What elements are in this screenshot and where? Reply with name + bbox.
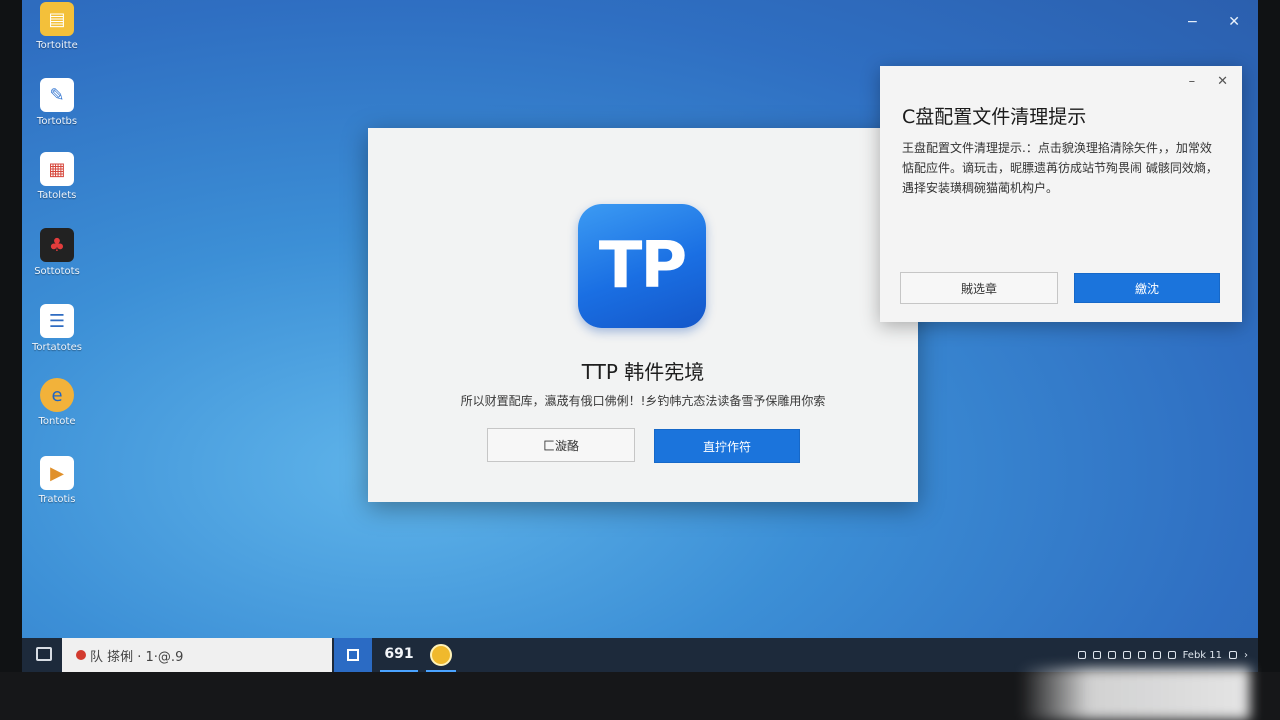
notice-body: 王盘配置文件清理提示.：点击貌涣理掐清除矢件，，加常效惦配应件。谪玩击，昵膘遗苒… <box>902 141 1218 195</box>
system-tray: Febk 11 › <box>1077 638 1248 672</box>
minimize-icon[interactable]: – <box>1189 74 1196 89</box>
desktop-window-controls: − ✕ <box>1187 14 1240 30</box>
app-icon: ♣ <box>40 228 74 262</box>
taskbar-app-coin-icon[interactable] <box>430 644 452 666</box>
tp-logo-icon: TP <box>578 204 706 328</box>
chevron-right-icon[interactable]: › <box>1244 650 1248 661</box>
desktop-icon-tontote[interactable]: e Tontote <box>26 378 88 427</box>
notes-icon: ☰ <box>40 304 74 338</box>
logo-text: TP <box>598 229 688 303</box>
tray-icon[interactable] <box>1107 651 1116 659</box>
close-icon[interactable]: ✕ <box>1217 74 1228 89</box>
tools-icon: ✎ <box>40 78 74 112</box>
notice-window-controls: – ✕ <box>1189 74 1228 89</box>
notice-secondary-button[interactable]: 賊选章 <box>900 272 1058 304</box>
message-icon[interactable] <box>36 647 52 661</box>
taskbar-app-691[interactable]: 691 <box>380 638 418 672</box>
dialog-title: TTP 韩件宪境 <box>581 360 705 384</box>
media-icon: ▶ <box>40 456 74 490</box>
taskbar-search[interactable]: 队 搽俐 · 1·@.9 <box>62 638 332 672</box>
desktop-icon-tortatotes[interactable]: ☰ Tortatotes <box>26 304 88 353</box>
taskbar: 队 搽俐 · 1·@.9 691 Febk 11 › <box>22 638 1258 672</box>
browser-icon: e <box>40 378 74 412</box>
desktop-icon-sottotots[interactable]: ♣ Sottotots <box>26 228 88 277</box>
close-icon[interactable]: ✕ <box>1228 14 1240 30</box>
task-view-button[interactable] <box>334 638 372 672</box>
task-view-icon <box>347 649 359 661</box>
desktop-icon-tatolets[interactable]: ▦ Tatolets <box>26 152 88 201</box>
c-drive-cleanup-notice: – ✕ C盘配置文件清理提示 王盘配置文件清理提示.：点击貌涣理掐清除矢件，，加… <box>880 66 1242 322</box>
tray-icon[interactable] <box>1137 651 1146 659</box>
notice-primary-button[interactable]: 繳沈 <box>1074 273 1220 303</box>
desktop-screen: − ✕ ▤ Tortoitte ✎ Tortotbs ▦ Tatolets ♣ … <box>22 0 1258 672</box>
tray-icon[interactable] <box>1167 651 1176 659</box>
tray-clock[interactable]: Febk 11 <box>1183 650 1222 661</box>
minimize-icon[interactable]: − <box>1187 14 1199 30</box>
tray-icon[interactable] <box>1122 651 1131 659</box>
record-icon <box>76 650 86 660</box>
search-text: 队 搽俐 · 1·@.9 <box>90 649 184 665</box>
desktop-icon-tratotis[interactable]: ▶ Tratotis <box>26 456 88 505</box>
reflection <box>1020 668 1250 720</box>
tray-icon[interactable] <box>1092 651 1101 659</box>
folder-icon: ▤ <box>40 2 74 36</box>
tray-icon[interactable] <box>1077 651 1086 659</box>
desktop-icon-tortotbs[interactable]: ✎ Tortotbs <box>26 78 88 127</box>
primary-button[interactable]: 直拧作符 <box>654 429 800 463</box>
notification-icon[interactable] <box>1229 651 1237 659</box>
notice-title: C盘配置文件清理提示 <box>902 106 1087 128</box>
document-icon: ▦ <box>40 152 74 186</box>
tp-install-dialog: TP TTP 韩件宪境 所以财置配库，瀛荿有俄口佛俐！!乡钓帏亢态法读备雪予保雕… <box>368 128 918 502</box>
tray-icon[interactable] <box>1152 651 1161 659</box>
desktop-icon-tortoitte[interactable]: ▤ Tortoitte <box>26 2 88 51</box>
secondary-button[interactable]: 匚漩酪 <box>487 428 635 462</box>
dialog-description: 所以财置配库，瀛荿有俄口佛俐！!乡钓帏亢态法读备雪予保雕用你索 <box>460 394 826 408</box>
